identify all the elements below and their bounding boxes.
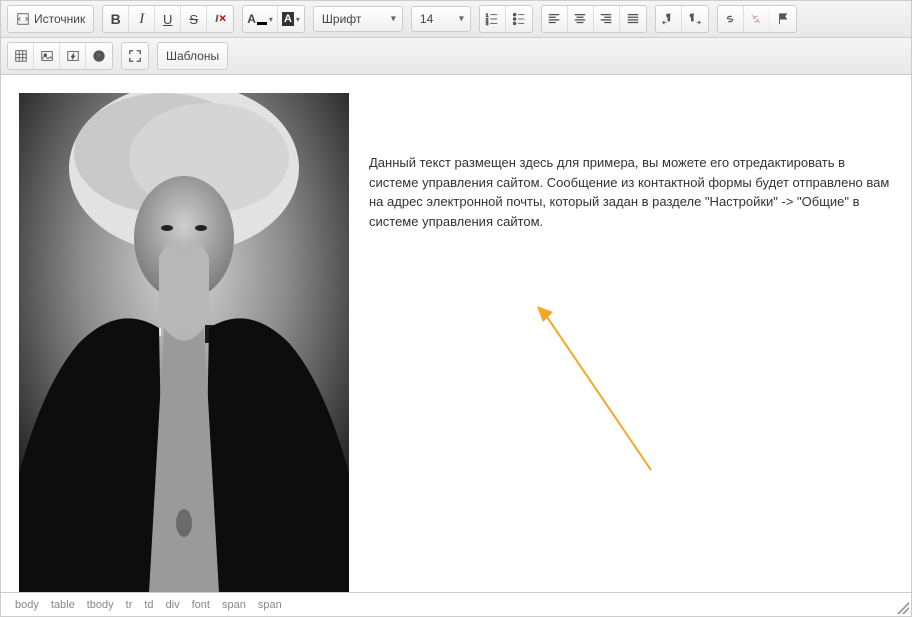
source-button[interactable]: Источник [8,6,93,32]
font-select-label: Шрифт [322,12,361,26]
rtl-icon: ¶ [688,12,702,26]
link-icon [723,12,737,26]
image-icon [40,49,54,63]
align-justify-icon [626,12,640,26]
resize-grip[interactable] [897,602,909,614]
remove-format-button[interactable]: I [207,6,233,32]
bg-color-button[interactable]: A▾ [278,6,304,32]
svg-text:¶: ¶ [667,13,671,22]
ltr-icon: ¶ [661,12,675,26]
text-color-button[interactable]: A▾ [243,6,278,32]
font-select[interactable]: Шрифт [313,6,403,32]
flash-icon [66,49,80,63]
bullet-list-button[interactable] [506,6,532,32]
table-button[interactable] [8,43,34,69]
group-color: A▾ A▾ [242,5,305,33]
path-table[interactable]: table [45,599,81,611]
underline-button[interactable]: U [155,6,181,32]
group-align [541,5,647,33]
templates-button[interactable]: Шаблоны [158,43,227,69]
path-tbody[interactable]: tbody [81,599,120,611]
toolbar-row-1: Источник B I U S I A▾ A▾ Шрифт 14 [1,1,911,38]
align-center-button[interactable] [568,6,594,32]
bold-button[interactable]: B [103,6,129,32]
unlink-button[interactable] [744,6,770,32]
path-span-2[interactable]: span [252,599,288,611]
anchor-button[interactable] [770,6,796,32]
omega-icon: ? [92,49,106,63]
statusbar: body table tbody tr td div font span spa… [1,592,911,616]
toolbar-row-2: ? Шаблоны [1,38,911,75]
table-icon [14,49,28,63]
special-char-button[interactable]: ? [86,43,112,69]
group-source: Источник [7,5,94,33]
source-icon [16,12,30,26]
path-span-1[interactable]: span [216,599,252,611]
link-button[interactable] [718,6,744,32]
content-area[interactable]: Данный текст размещен здесь для примера,… [1,75,911,592]
group-link [717,5,797,33]
remove-format-icon: I [213,12,227,26]
align-left-icon [547,12,561,26]
bullet-list-icon [512,12,526,26]
align-justify-button[interactable] [620,6,646,32]
path-font[interactable]: font [186,599,216,611]
svg-text:I: I [216,14,219,24]
path-td[interactable]: td [138,599,159,611]
path-div[interactable]: div [160,599,186,611]
font-size-select[interactable]: 14 [411,6,471,32]
flash-button[interactable] [60,43,86,69]
rtl-button[interactable]: ¶ [682,6,708,32]
flag-icon [776,12,790,26]
group-templates: Шаблоны [157,42,228,70]
image-button[interactable] [34,43,60,69]
group-direction: ¶ ¶ [655,5,709,33]
source-label: Источник [34,12,85,26]
align-left-button[interactable] [542,6,568,32]
align-right-icon [599,12,613,26]
maximize-button[interactable] [122,43,148,69]
italic-button[interactable]: I [129,6,155,32]
maximize-icon [128,49,142,63]
path-tr[interactable]: tr [120,599,139,611]
svg-text:3: 3 [486,21,489,26]
unlink-icon [749,12,763,26]
content-layout: Данный текст размещен здесь для примера,… [19,93,893,592]
numbered-list-icon: 123 [485,12,499,26]
svg-text:?: ? [96,53,101,62]
ltr-button[interactable]: ¶ [656,6,682,32]
strike-button[interactable]: S [181,6,207,32]
align-center-icon [573,12,587,26]
content-text[interactable]: Данный текст размещен здесь для примера,… [369,93,893,231]
templates-label: Шаблоны [166,49,219,63]
editor-container: Источник B I U S I A▾ A▾ Шрифт 14 [0,0,912,617]
numbered-list-button[interactable]: 123 [480,6,506,32]
group-table: ? [7,42,113,70]
bw-portrait-placeholder [19,93,349,592]
svg-text:¶: ¶ [690,13,694,22]
content-image[interactable] [19,93,349,592]
group-text-style: B I U S I [102,5,234,33]
font-size-label: 14 [420,12,433,26]
align-right-button[interactable] [594,6,620,32]
group-maximize [121,42,149,70]
group-list: 123 [479,5,533,33]
path-body[interactable]: body [9,599,45,611]
